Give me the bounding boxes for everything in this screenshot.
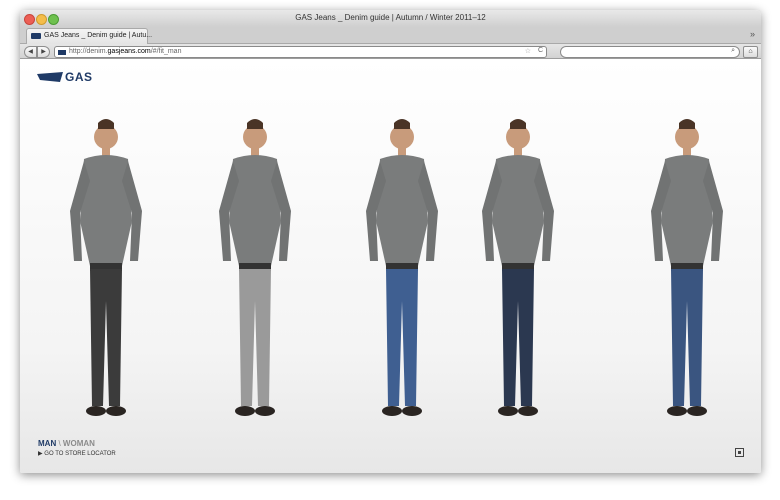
tab-bar: GAS Jeans _ Denim guide | Autu... » (20, 27, 761, 44)
gender-separator: \ (58, 439, 61, 448)
search-icon: ⌕ (731, 47, 735, 54)
gas-favicon-icon (58, 50, 66, 55)
gas-logo-mark-icon (37, 72, 63, 82)
model-figure[interactable] (468, 111, 568, 436)
back-button[interactable]: ◀ (24, 46, 37, 58)
home-button[interactable]: ⌂ (743, 46, 758, 58)
fullscreen-icon[interactable] (735, 448, 744, 457)
model-silhouette (70, 119, 142, 416)
model-figure[interactable] (205, 111, 305, 436)
play-arrow-icon: ▶ (38, 451, 43, 457)
url-text: http://denim.gasjeans.com/#/fit_man (69, 48, 182, 55)
model-silhouette (482, 119, 554, 416)
tab-gas-jeans[interactable]: GAS Jeans _ Denim guide | Autu... (26, 28, 152, 44)
gas-logo[interactable]: GAS (37, 70, 92, 88)
model-figure[interactable] (637, 111, 737, 436)
bookmark-star-icon[interactable]: ☆ (525, 47, 531, 55)
tab-label: GAS Jeans _ Denim guide | Autu... (44, 32, 153, 39)
model-figure[interactable] (56, 111, 156, 436)
model-silhouette (651, 119, 723, 416)
man-link[interactable]: MAN (38, 439, 56, 448)
model-silhouette (366, 119, 438, 416)
store-locator-link[interactable]: ▶ GO TO STORE LOCATOR (38, 450, 116, 457)
store-locator-label: GO TO STORE LOCATOR (44, 451, 116, 457)
page-content: GAS MAN \ WOMAN ▶ GO TO STORE LOCATOR (20, 59, 761, 473)
title-bar: GAS Jeans _ Denim guide | Autumn / Winte… (20, 10, 761, 27)
navigation-toolbar: ◀ ▶ http://denim.gasjeans.com/#/fit_man … (20, 44, 761, 59)
address-bar[interactable]: http://denim.gasjeans.com/#/fit_man ☆ C (54, 46, 547, 58)
woman-link[interactable]: WOMAN (63, 439, 95, 448)
window-title: GAS Jeans _ Denim guide | Autumn / Winte… (295, 13, 486, 22)
model-figure[interactable] (352, 111, 452, 436)
gas-favicon-icon (31, 33, 41, 39)
model-silhouette (219, 119, 291, 416)
browser-window: GAS Jeans _ Denim guide | Autumn / Winte… (20, 10, 761, 473)
gender-nav: MAN \ WOMAN (38, 439, 95, 448)
forward-button[interactable]: ▶ (37, 46, 50, 58)
tab-overflow-icon[interactable]: » (750, 29, 755, 39)
search-input[interactable]: ⌕ (560, 46, 740, 58)
logo-text: GAS (65, 70, 93, 84)
reload-icon[interactable]: C (538, 47, 543, 54)
